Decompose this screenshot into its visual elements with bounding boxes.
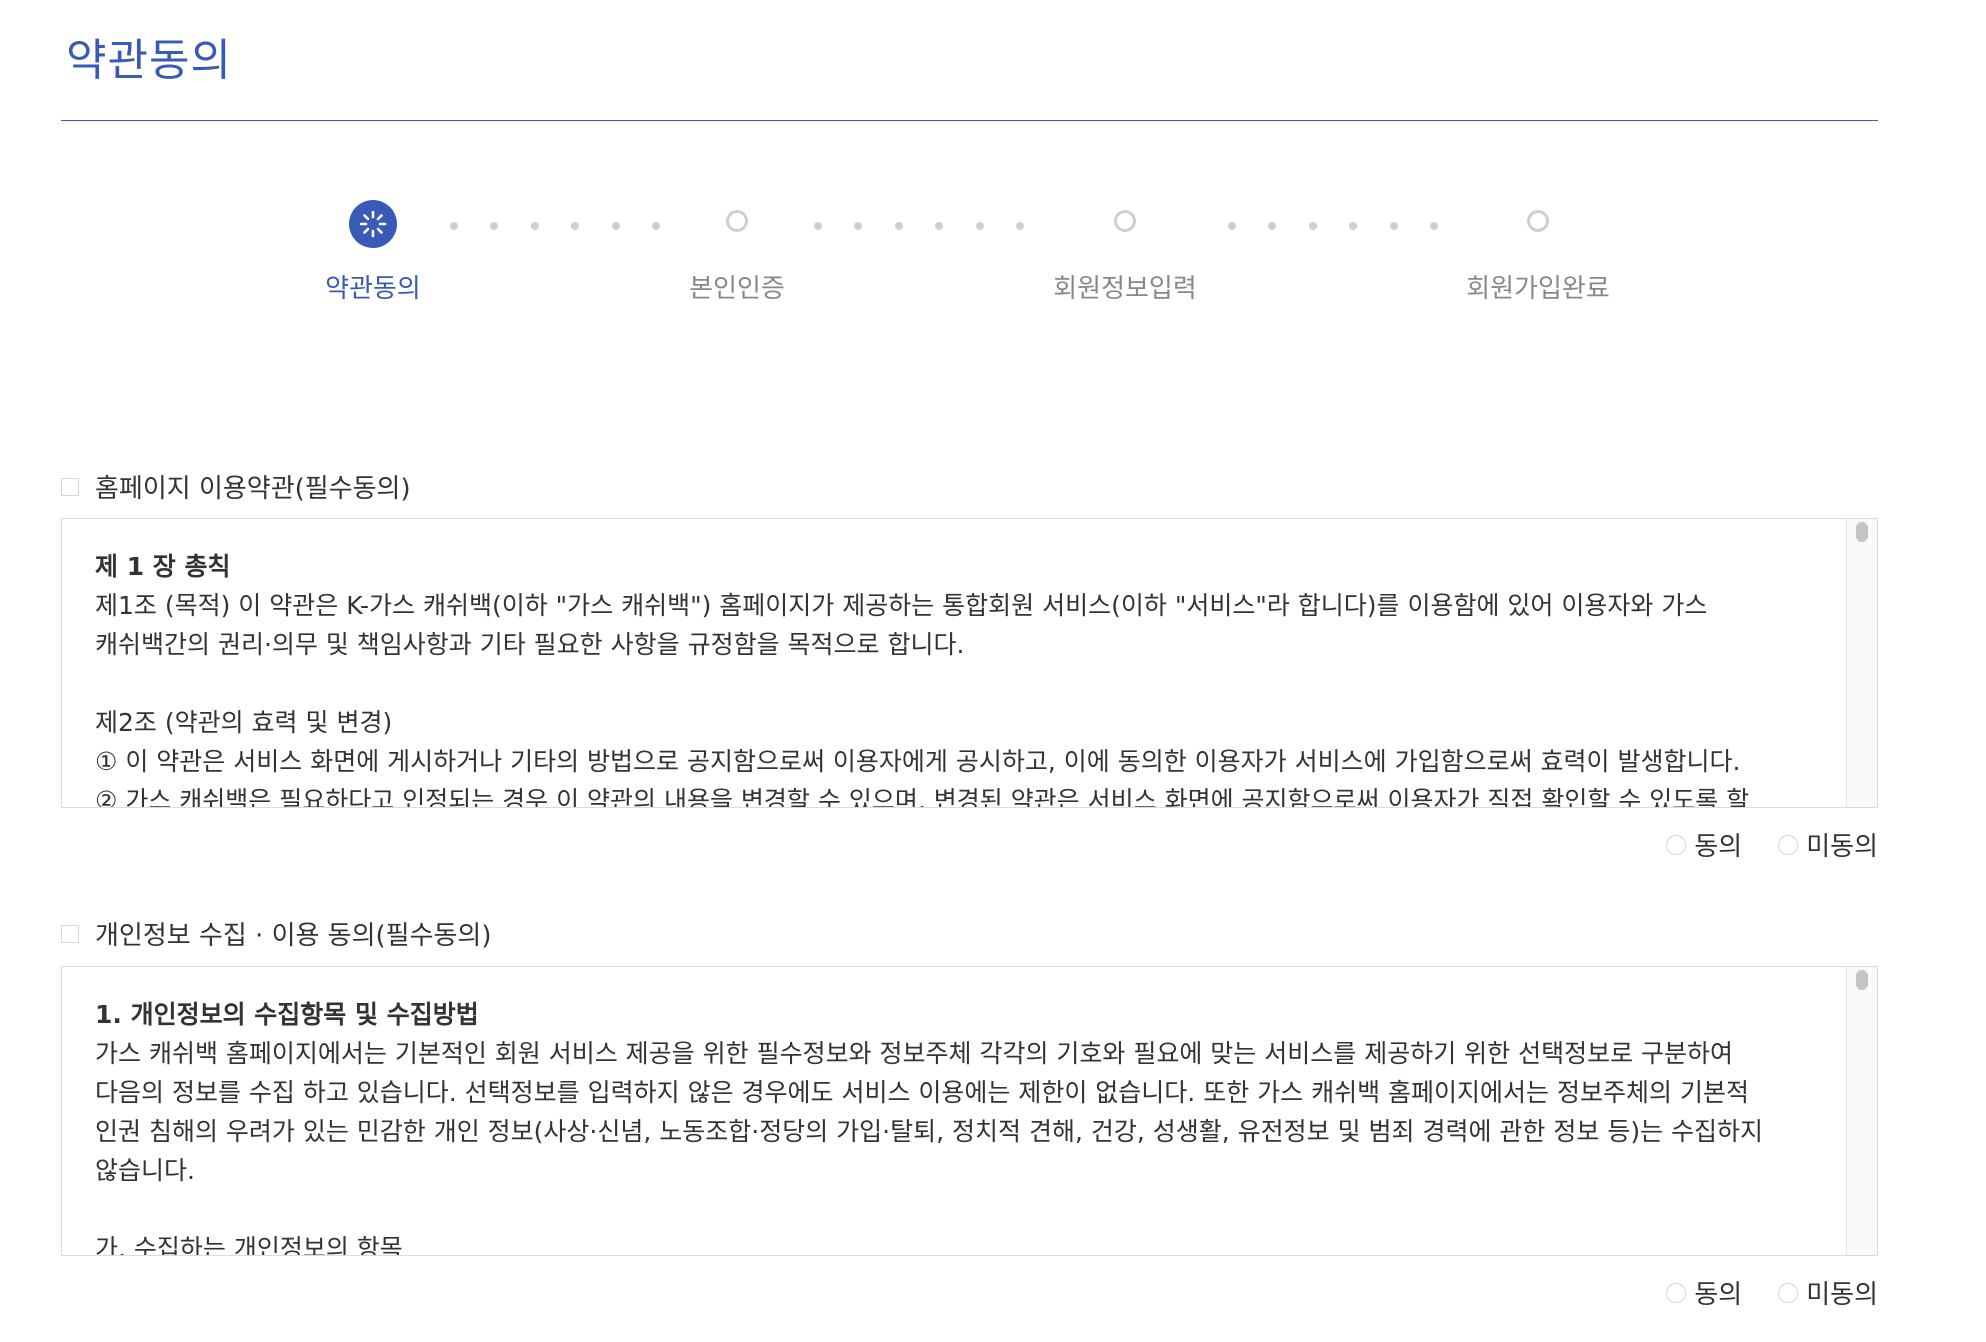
step-inactive-icon: [1114, 210, 1136, 232]
terms-content: 제 1 장 총칙 제1조 (목적) 이 약관은 K-가스 캐쉬백(이하 "가스 …: [95, 547, 1797, 808]
step-label-member-info: 회원정보입력: [1053, 274, 1197, 304]
terms-line: 캐쉬백간의 권리·의무 및 책임사항과 기타 필요한 사항을 규정함을 목적으로…: [95, 630, 965, 659]
agree-radio[interactable]: [1666, 834, 1687, 855]
agree-option[interactable]: 동의: [1666, 1274, 1742, 1311]
step-inactive-icon: [1527, 210, 1549, 232]
step-label-terms: 약관동의: [325, 274, 421, 304]
terms-textbox[interactable]: 제 1 장 총칙 제1조 (목적) 이 약관은 K-가스 캐쉬백(이하 "가스 …: [61, 518, 1878, 808]
terms-line: 가. 수집하는 개인정보의 항목: [95, 1234, 403, 1256]
step-connector: [814, 222, 1024, 230]
terms-checkbox[interactable]: [61, 477, 79, 496]
disagree-option[interactable]: 미동의: [1778, 826, 1878, 863]
loading-spinner-icon: [359, 210, 387, 238]
agree-label: 동의: [1694, 1280, 1743, 1310]
terms-line: 가스 캐쉬백 홈페이지에서는 기본적인 회원 서비스 제공을 위한 필수정보와 …: [95, 1039, 1734, 1068]
terms-line: 제2조 (약관의 효력 및 변경): [95, 708, 393, 737]
scrollbar[interactable]: [1846, 519, 1877, 807]
terms-line: 제 1 장 총칙: [95, 552, 231, 581]
scrollbar[interactable]: [1846, 967, 1877, 1255]
privacy-checkbox[interactable]: [61, 924, 79, 943]
scroll-thumb[interactable]: [1856, 970, 1868, 990]
terms-line: 인권 침해의 우려가 있는 민감한 개인 정보(사상·신념, 노동조합·정당의 …: [95, 1117, 1764, 1146]
privacy-section-header: 개인정보 수집 · 이용 동의(필수동의): [61, 915, 492, 952]
section-title: 홈페이지 이용약관(필수동의): [95, 474, 411, 504]
terms-line: 다음의 정보를 수집 하고 있습니다. 선택정보를 입력하지 않은 경우에도 서…: [95, 1078, 1749, 1107]
step-label-verification: 본인인증: [689, 274, 785, 304]
agree-radio[interactable]: [1666, 1282, 1687, 1303]
disagree-label: 미동의: [1806, 832, 1878, 862]
step-inactive-icon: [726, 210, 748, 232]
signup-stepper: 약관동의 본인인증 회원정보입력 회원가입완료: [0, 190, 1986, 310]
disagree-radio[interactable]: [1778, 1282, 1799, 1303]
privacy-textbox[interactable]: 1. 개인정보의 수집항목 및 수집방법 가스 캐쉬백 홈페이지에서는 기본적인…: [61, 966, 1878, 1256]
privacy-content: 1. 개인정보의 수집항목 및 수집방법 가스 캐쉬백 홈페이지에서는 기본적인…: [95, 995, 1797, 1256]
agree-label: 동의: [1694, 832, 1743, 862]
disagree-option[interactable]: 미동의: [1778, 1274, 1878, 1311]
agree-options: 동의 미동의: [1666, 826, 1878, 863]
step-label-complete: 회원가입완료: [1466, 274, 1610, 304]
step-active-icon: [349, 200, 397, 248]
disagree-radio[interactable]: [1778, 834, 1799, 855]
scroll-thumb[interactable]: [1856, 522, 1868, 542]
terms-line: 않습니다.: [95, 1156, 195, 1185]
terms-line: 제1조 (목적) 이 약관은 K-가스 캐쉬백(이하 "가스 캐쉬백") 홈페이…: [95, 591, 1708, 620]
agree-options: 동의 미동의: [1666, 1274, 1878, 1311]
step-connector: [1228, 222, 1438, 230]
section-title: 개인정보 수집 · 이용 동의(필수동의): [95, 921, 492, 951]
step-connector: [450, 222, 660, 230]
agree-option[interactable]: 동의: [1666, 826, 1742, 863]
terms-line: 1. 개인정보의 수집항목 및 수집방법: [95, 1000, 479, 1029]
terms-line: ② 가스 캐쉬백은 필요하다고 인정되는 경우 이 약관의 내용을 변경할 수 …: [95, 786, 1750, 808]
terms-section-header: 홈페이지 이용약관(필수동의): [61, 468, 411, 505]
page-title: 약관동의: [66, 35, 232, 86]
terms-line: ① 이 약관은 서비스 화면에 게시하거나 기타의 방법으로 공지함으로써 이용…: [95, 747, 1741, 776]
title-divider: [61, 120, 1878, 121]
disagree-label: 미동의: [1806, 1280, 1878, 1310]
